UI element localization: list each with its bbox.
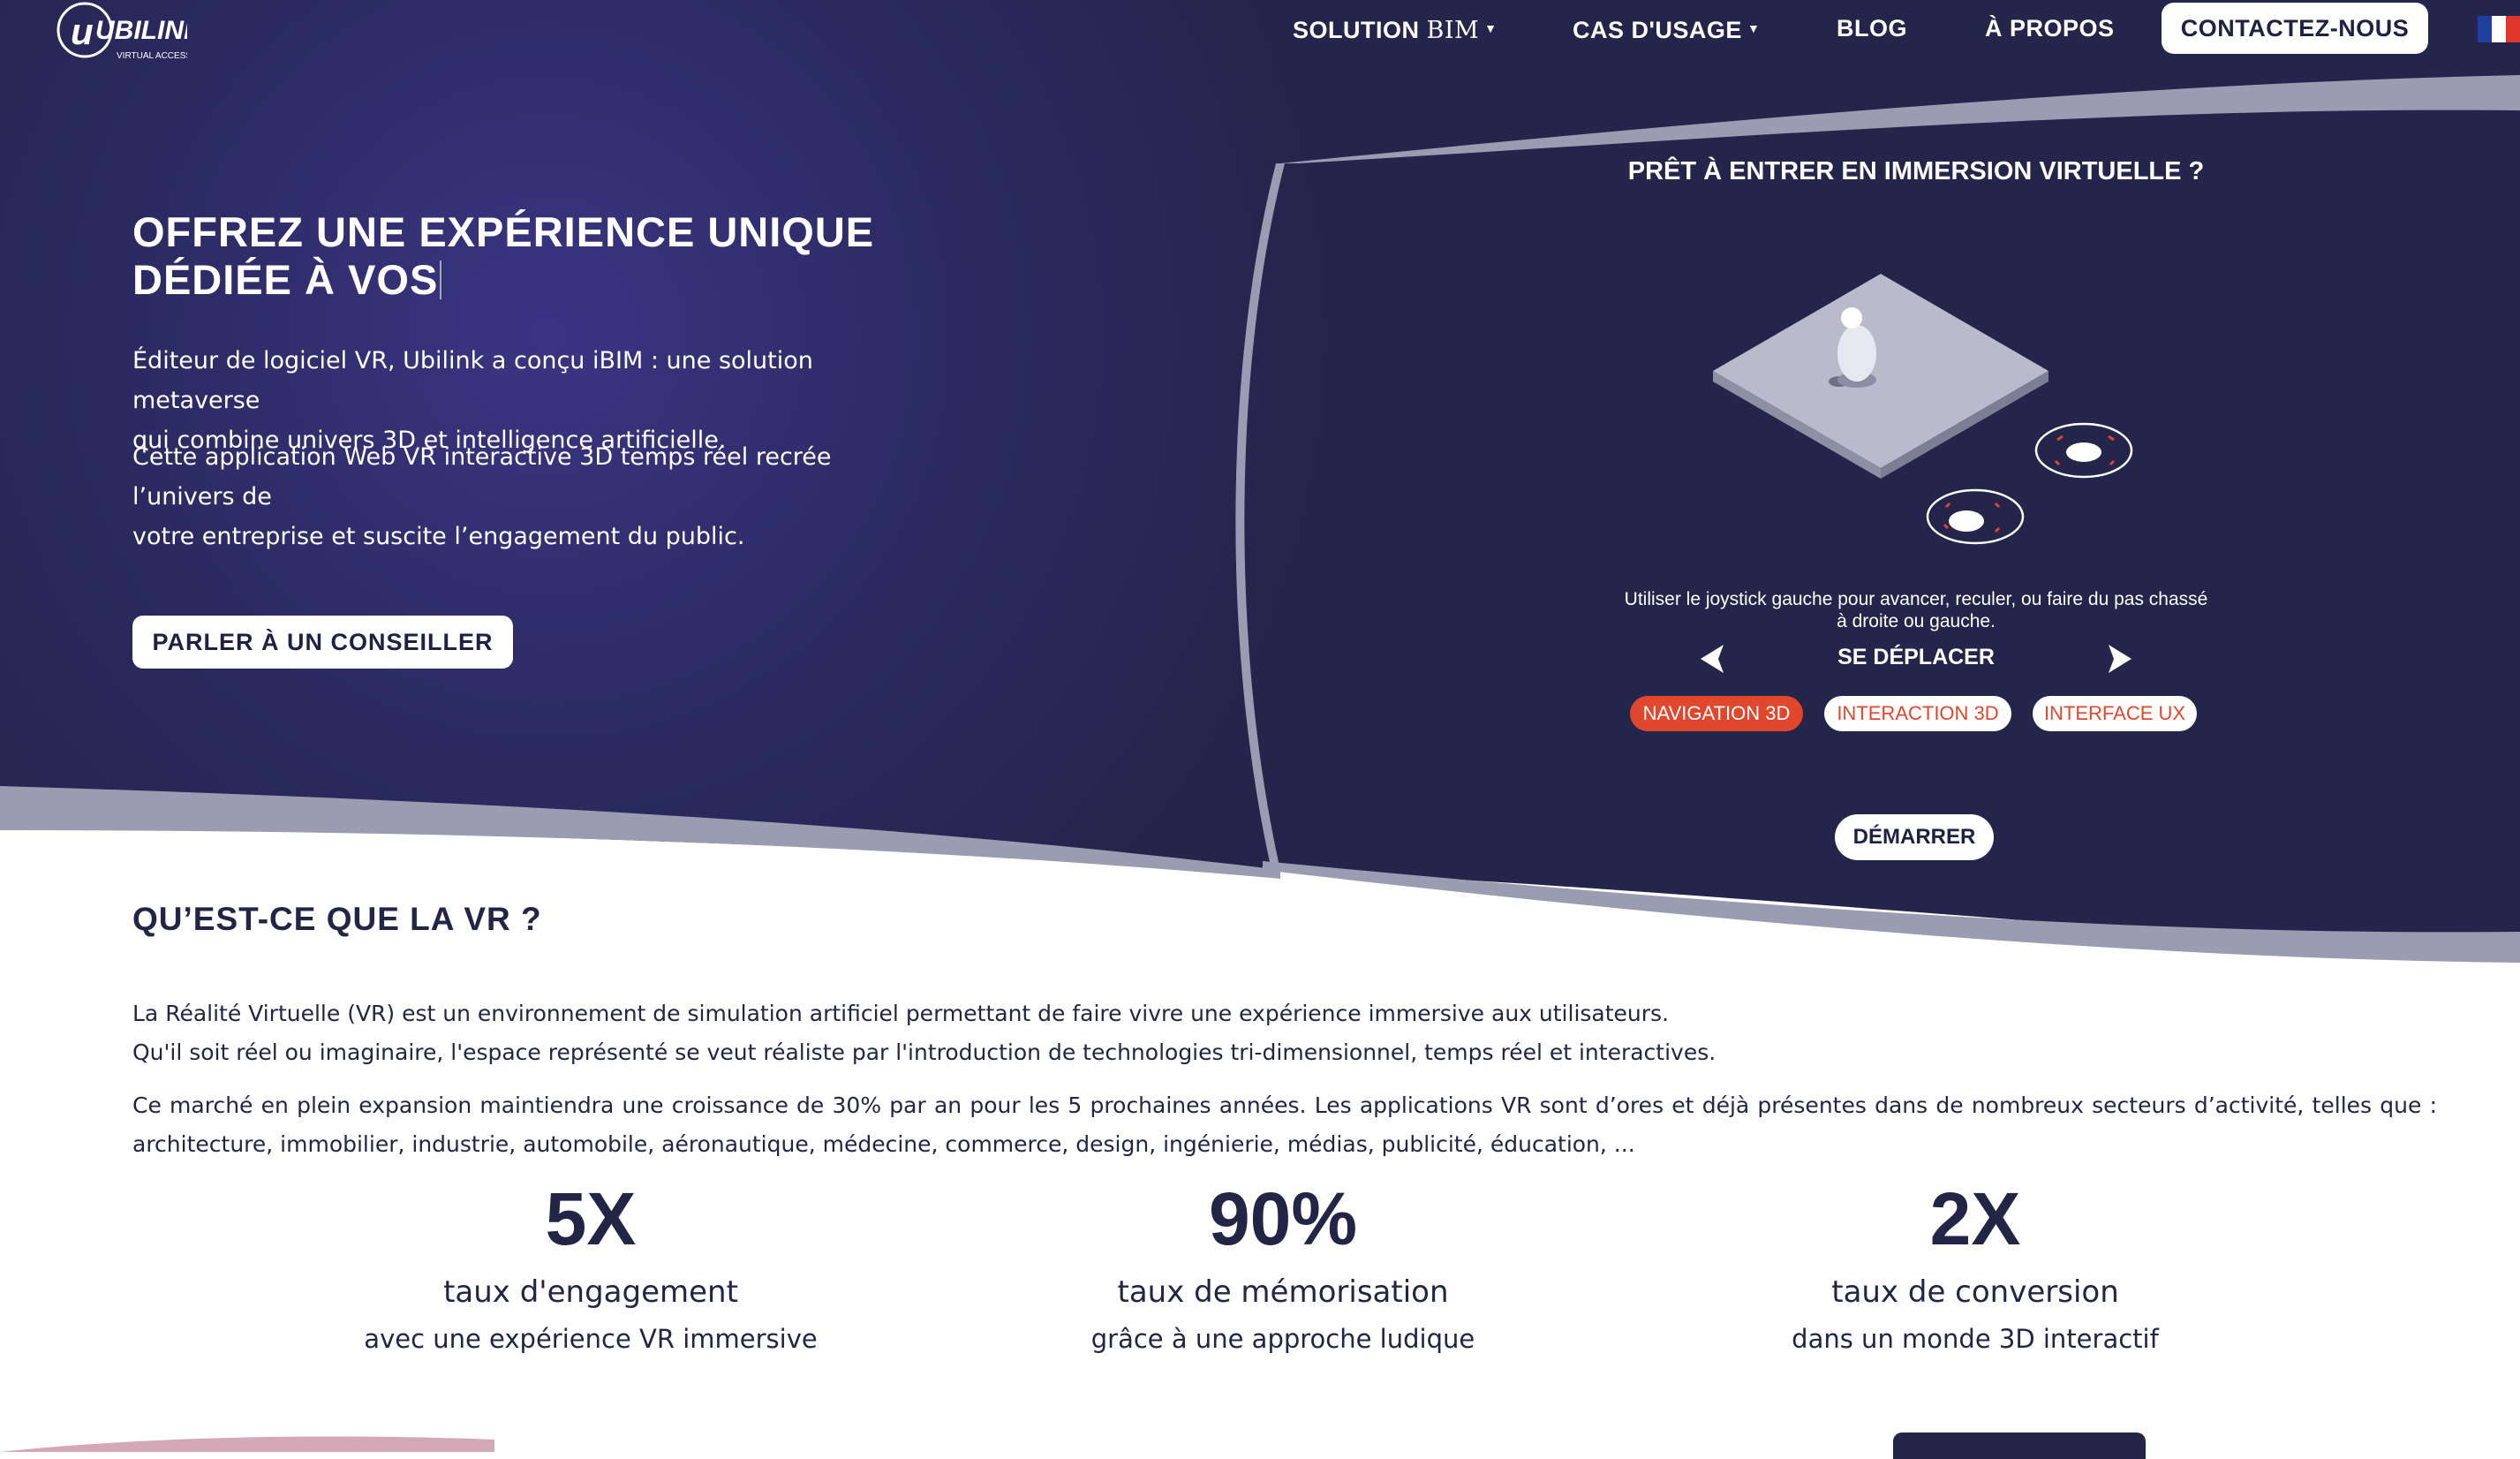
nav-solution-label: SOLUTION — [1293, 17, 1427, 43]
logo-text: UBILINK — [95, 16, 187, 45]
immersion-description: Utiliser le joystick gauche pour avancer… — [1607, 588, 2225, 632]
logo-tagline: VIRTUAL ACCESS — [117, 51, 187, 61]
stat-value: 5X — [545, 1177, 637, 1260]
next-section-button-edge[interactable] — [1893, 1433, 2146, 1459]
stat-conversion: 2X taux de conversion dans un monde 3D i… — [1710, 1175, 2240, 1358]
nav-cas-usage-label: CAS D'USAGE — [1573, 17, 1742, 43]
start-button[interactable]: DÉMARRER — [1835, 814, 1994, 860]
hero-title: OFFREZ UNE EXPÉRIENCE UNIQUE DÉDIÉE À VO… — [132, 208, 927, 304]
stat-label: taux d'engagement — [443, 1274, 738, 1310]
hero-title-line2: DÉDIÉE À VOS — [132, 256, 439, 303]
hero-paragraph-1-line1: Éditeur de logiciel VR, Ubilink a conçu … — [132, 347, 813, 414]
talk-to-advisor-button[interactable]: PARLER À UN CONSEILLER — [132, 616, 513, 669]
nav-solution-bim[interactable]: SOLUTION BIM ▼ — [1293, 11, 1498, 46]
stat-value: 2X — [1929, 1177, 2021, 1260]
step-label: SE DÉPLACER — [1837, 645, 1995, 669]
stat-subtitle: grâce à une approche ludique — [1090, 1324, 1475, 1354]
stat-subtitle: dans un monde 3D interactif — [1792, 1324, 2159, 1354]
vr-paragraph-1: La Réalité Virtuelle (VR) est un environ… — [132, 994, 2437, 1072]
stat-label: taux de mémorisation — [1117, 1274, 1449, 1310]
vr-paragraph-1-line2: Qu'il soit réel ou imaginaire, l'espace … — [132, 1039, 1716, 1065]
next-arrow-icon[interactable] — [2101, 641, 2137, 677]
french-flag-icon[interactable] — [2478, 16, 2520, 42]
nav-a-propos[interactable]: À PROPOS — [1985, 11, 2115, 46]
navigation-3d-illustration — [1713, 274, 2133, 545]
stat-label: taux de conversion — [1831, 1274, 2119, 1310]
hero-paragraph-2-line1: Cette application Web VR interactive 3D … — [132, 443, 832, 510]
vr-section-title: QU’EST-CE QUE LA VR ? — [132, 901, 542, 937]
stat-memorisation: 90% taux de mémorisation grâce à une app… — [1018, 1175, 1548, 1358]
ubilink-logo[interactable]: u UBILINK VIRTUAL ACCESS — [55, 0, 205, 67]
immersion-description-line2: à droite ou gauche. — [1837, 611, 1996, 631]
svg-text:u: u — [71, 11, 94, 52]
contact-button[interactable]: CONTACTEZ-NOUS — [2162, 3, 2428, 54]
tab-interface-ux[interactable]: INTERFACE UX — [2033, 696, 2197, 731]
target-marker-left-icon — [1926, 488, 2025, 545]
tab-interaction-3d[interactable]: INTERACTION 3D — [1824, 696, 2011, 731]
previous-arrow-icon[interactable] — [1695, 641, 1731, 677]
stat-engagement: 5X taux d'engagement avec une expérience… — [326, 1175, 856, 1358]
tab-navigation-3d[interactable]: NAVIGATION 3D — [1630, 696, 1803, 731]
chevron-down-icon: ▼ — [1747, 21, 1761, 35]
immersion-title: PRÊT À ENTRER EN IMMERSION VIRTUELLE ? — [1627, 157, 2205, 185]
nav-cas-usage[interactable]: CAS D'USAGE ▼ — [1573, 11, 1760, 46]
nav-solution-brand: BIM — [1426, 17, 1480, 44]
immersion-description-line1: Utiliser le joystick gauche pour avancer… — [1624, 589, 2208, 609]
nav-blog[interactable]: BLOG — [1837, 11, 1907, 46]
hero-paragraph-2-line2: votre entreprise et suscite l’engagement… — [132, 523, 745, 550]
stat-value: 90% — [1208, 1177, 1358, 1260]
typing-cursor — [440, 261, 442, 299]
hero-paragraph-2: Cette application Web VR interactive 3D … — [132, 437, 927, 556]
target-marker-right-icon — [2034, 422, 2133, 479]
vr-paragraph-2: Ce marché en plein expansion maintiendra… — [132, 1092, 2437, 1157]
chevron-down-icon: ▼ — [1484, 21, 1498, 35]
hero-title-line1: OFFREZ UNE EXPÉRIENCE UNIQUE — [132, 208, 875, 255]
stat-subtitle: avec une expérience VR immersive — [364, 1324, 818, 1354]
bottom-swoosh — [0, 1436, 494, 1452]
step-navigator: SE DÉPLACER — [1695, 641, 2137, 677]
vr-paragraph-1-line1: La Réalité Virtuelle (VR) est un environ… — [132, 1001, 1670, 1026]
